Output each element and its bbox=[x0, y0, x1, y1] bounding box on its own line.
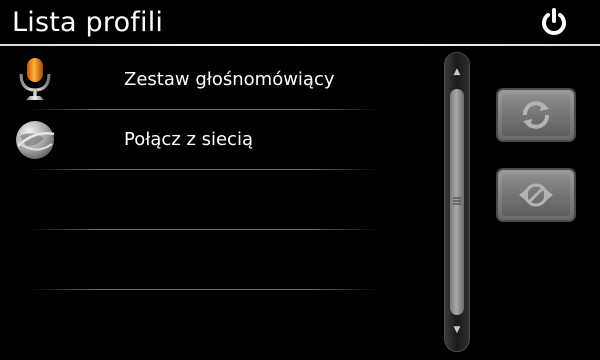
profile-label: Połącz z siecią bbox=[124, 129, 253, 150]
microphone-icon bbox=[12, 56, 58, 104]
profile-row-network[interactable]: Połącz z siecią bbox=[0, 110, 440, 170]
scrollbar[interactable]: ▲ ▼ bbox=[444, 52, 470, 352]
power-icon bbox=[542, 8, 566, 35]
header-bar: Lista profili bbox=[0, 0, 600, 46]
disconnect-icon bbox=[519, 183, 553, 207]
scroll-up-icon[interactable]: ▲ bbox=[445, 67, 469, 77]
empty-row bbox=[0, 230, 440, 290]
profile-list: Zestaw głośnomówiący Połącz z siecią bbox=[0, 50, 440, 290]
header-divider bbox=[0, 44, 600, 46]
disconnect-button[interactable] bbox=[496, 168, 576, 222]
network-globe-icon bbox=[12, 116, 58, 164]
profile-row-handsfree[interactable]: Zestaw głośnomówiący bbox=[0, 50, 440, 110]
scroll-down-icon[interactable]: ▼ bbox=[445, 325, 469, 335]
row-divider bbox=[28, 289, 380, 290]
power-button[interactable] bbox=[538, 6, 570, 38]
refresh-button[interactable] bbox=[496, 88, 576, 142]
scroll-thumb[interactable] bbox=[450, 89, 464, 315]
empty-row bbox=[0, 170, 440, 230]
refresh-icon bbox=[523, 101, 549, 129]
grip-icon bbox=[453, 197, 461, 205]
page-title: Lista profili bbox=[12, 7, 164, 38]
profile-label: Zestaw głośnomówiący bbox=[124, 69, 335, 90]
